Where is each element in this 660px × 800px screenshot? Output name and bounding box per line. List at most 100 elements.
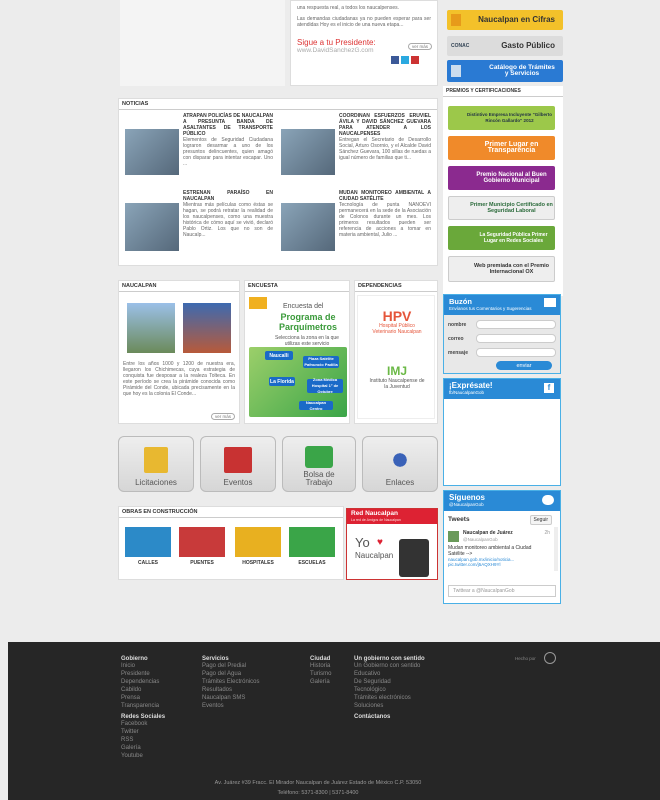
award-4[interactable]: Primer Municipio Certificado en Segurida…: [448, 196, 555, 220]
expresate-handle[interactable]: fb/NaucalpanGob: [449, 390, 555, 395]
youtube-icon[interactable]: [411, 56, 419, 64]
footer-link[interactable]: Transparencia: [121, 702, 165, 710]
news-4-photo[interactable]: [281, 203, 335, 251]
calendar-icon: [224, 447, 252, 473]
award-5[interactable]: La Seguridad Pública Primer Lugar en Red…: [448, 226, 555, 250]
footer-link[interactable]: Educativo: [354, 670, 425, 678]
footer-contact-title[interactable]: Contáctanos: [354, 714, 425, 720]
bolsa-trabajo-tile[interactable]: Bolsa de Trabajo: [282, 436, 356, 492]
mensaje-field[interactable]: [476, 348, 556, 357]
footer-link[interactable]: Trámites electrónicos: [354, 694, 425, 702]
facebook-icon[interactable]: f: [544, 383, 554, 393]
tweet-avatar: [448, 531, 459, 542]
footer-link[interactable]: Pago del Agua: [202, 670, 259, 678]
red-title: Red Naucalpan: [347, 509, 437, 518]
footer-link[interactable]: Twitter: [121, 728, 165, 736]
news-3-photo[interactable]: [125, 203, 179, 251]
footer-link[interactable]: Resultados: [202, 686, 259, 694]
twitter-handle[interactable]: @NaucalpanGob: [449, 502, 555, 507]
news-title: NOTICIAS: [119, 99, 437, 110]
naucalpan-body: Entre los años 1000 y 1200 de nuestra er…: [123, 361, 235, 397]
red-naucalpan-card[interactable]: Red Naucalpan La red de Amigos de Naucal…: [346, 508, 438, 580]
more-button[interactable]: ver más: [407, 43, 432, 50]
dependencias-section: DEPENDENCIAS HPV Hospital Público Veteri…: [354, 280, 438, 424]
tweet-link[interactable]: naucalpan.gob.mx/inicio/noticia... pic.t…: [448, 557, 548, 567]
footer-link[interactable]: RSS: [121, 736, 165, 744]
tweet-scrollbar[interactable]: [554, 527, 558, 571]
footer-link[interactable]: Galería: [310, 678, 331, 686]
gasto-banner[interactable]: CONAC Gasto Público: [447, 36, 563, 56]
zone-naucalpan-centro[interactable]: Naucalpan Centro: [299, 400, 333, 411]
award-2[interactable]: Primer Lugar en Transparencia: [448, 136, 555, 160]
footer-link[interactable]: Un Gobierno con sentido: [354, 662, 425, 670]
school-icon: [289, 527, 335, 557]
news-2-photo[interactable]: [281, 129, 335, 175]
awards-title: PREMIOS Y CERTIFICACIONES: [443, 86, 563, 97]
zone-plaza-satelite[interactable]: Plaza Satélite Pafnuncio Padilla: [303, 356, 339, 368]
twitter-card: Síguenos @NaucalpanGob Tweets Seguir Nau…: [443, 490, 561, 604]
twitter-icon[interactable]: [401, 56, 409, 64]
footer-link[interactable]: Historia: [310, 662, 331, 670]
footer-link[interactable]: Inicio: [121, 662, 165, 670]
correo-field[interactable]: [476, 334, 556, 343]
twitter-header: Síguenos @NaucalpanGob: [444, 491, 560, 511]
award-3[interactable]: Premio Nacional al Buen Gobierno Municip…: [448, 166, 555, 190]
eventos-tile[interactable]: Eventos: [200, 436, 276, 492]
studio-logo-icon[interactable]: [544, 652, 556, 664]
footer-link[interactable]: Soluciones: [354, 702, 425, 710]
hospital-veterinario-logo[interactable]: HPV Hospital Público Veterinario Naucalp…: [369, 309, 425, 335]
encuesta-heading-1: Encuesta del: [283, 303, 324, 310]
catalogo-banner[interactable]: Catálogo de Trámites y Servicios: [447, 60, 563, 82]
facebook-icon[interactable]: [391, 56, 399, 64]
award-1[interactable]: Distintivo Empresa Incluyente "Gilberto …: [448, 106, 555, 130]
obra-puentes[interactable]: PUENTES: [179, 527, 225, 566]
news-4-title[interactable]: MUDAN MONITOREO AMBIENTAL A CIUDAD SATÉL…: [339, 190, 431, 202]
road-icon: [125, 527, 171, 557]
enviar-button[interactable]: enviar: [496, 361, 552, 370]
news-2-title[interactable]: COORDINAN ESFUERZOS ERUVIEL ÁVILA Y DAVI…: [339, 113, 431, 137]
footer-link[interactable]: Tecnológico: [354, 686, 425, 694]
obra-escuelas[interactable]: ESCUELAS: [289, 527, 335, 566]
news-3-title[interactable]: ESTRENAN PARAÍSO EN NAUCALPAN: [183, 190, 273, 202]
news-2-body: Entregan el Secretario de Desarrollo Soc…: [339, 137, 431, 161]
bird-icon: [542, 495, 554, 505]
red-brand: Naucalpan: [355, 551, 394, 560]
footer-link[interactable]: Turismo: [310, 670, 331, 678]
obra-calles[interactable]: CALLES: [125, 527, 171, 566]
footer-link[interactable]: Dependencias: [121, 678, 165, 686]
instituto-juventud-logo[interactable]: IMJ Instituto Naucalpense de la Juventud: [369, 364, 425, 391]
buzon-subtitle: Envíanos tus Comentarios y Sugerencias: [449, 306, 532, 311]
footer-link[interactable]: Eventos: [202, 702, 259, 710]
social-icons: [391, 56, 419, 64]
footer-link[interactable]: Youtube: [121, 752, 165, 760]
news-1-title[interactable]: ATRAPAN POLICÍAS DE NAUCALPAN A PRESUNTA…: [183, 113, 273, 137]
news-1-photo[interactable]: [125, 129, 179, 175]
footer-link[interactable]: De Seguridad: [354, 678, 425, 686]
cifras-banner[interactable]: Naucalpan en Cifras: [447, 10, 563, 30]
tweet-name[interactable]: Naucalpan de Juárez: [463, 530, 513, 536]
footer-link[interactable]: Trámites Electrónicos: [202, 678, 259, 686]
footer-link[interactable]: Cabildo: [121, 686, 165, 694]
tweet-compose[interactable]: Twittear a @NaucalpanGob: [448, 585, 556, 597]
footer-link[interactable]: Galería: [121, 744, 165, 752]
intro-text: una respuesta real, a todos los naucalpe…: [297, 5, 400, 11]
footer-link[interactable]: Pago del Predial: [202, 662, 259, 670]
encuesta-logo-icon: [249, 297, 267, 309]
footer-link[interactable]: Presidente: [121, 670, 165, 678]
footer-link[interactable]: Prensa: [121, 694, 165, 702]
zone-zona-medica[interactable]: Zona Médica Hospital 1° de Octubre: [307, 377, 343, 394]
injuve-icon: IMJ: [386, 364, 407, 378]
naucalpan-more-button[interactable]: ver más: [210, 413, 235, 420]
award-6[interactable]: Web premiada con el Premio Internacional…: [448, 256, 555, 282]
hospital-icon: [235, 527, 281, 557]
tweet-time: 2h: [544, 530, 550, 536]
follow-button[interactable]: Seguir: [529, 515, 552, 525]
obra-hospitales[interactable]: HOSPITALES: [235, 527, 281, 566]
footer-link[interactable]: Facebook: [121, 720, 165, 728]
nombre-field[interactable]: [476, 320, 556, 329]
zone-naucalli[interactable]: Naucalli: [265, 351, 293, 360]
licitaciones-tile[interactable]: Licitaciones: [118, 436, 194, 492]
zone-la-florida[interactable]: La Florida: [269, 377, 295, 386]
enlaces-tile[interactable]: Enlaces: [362, 436, 438, 492]
footer-link[interactable]: Naucalpan SMS: [202, 694, 259, 702]
